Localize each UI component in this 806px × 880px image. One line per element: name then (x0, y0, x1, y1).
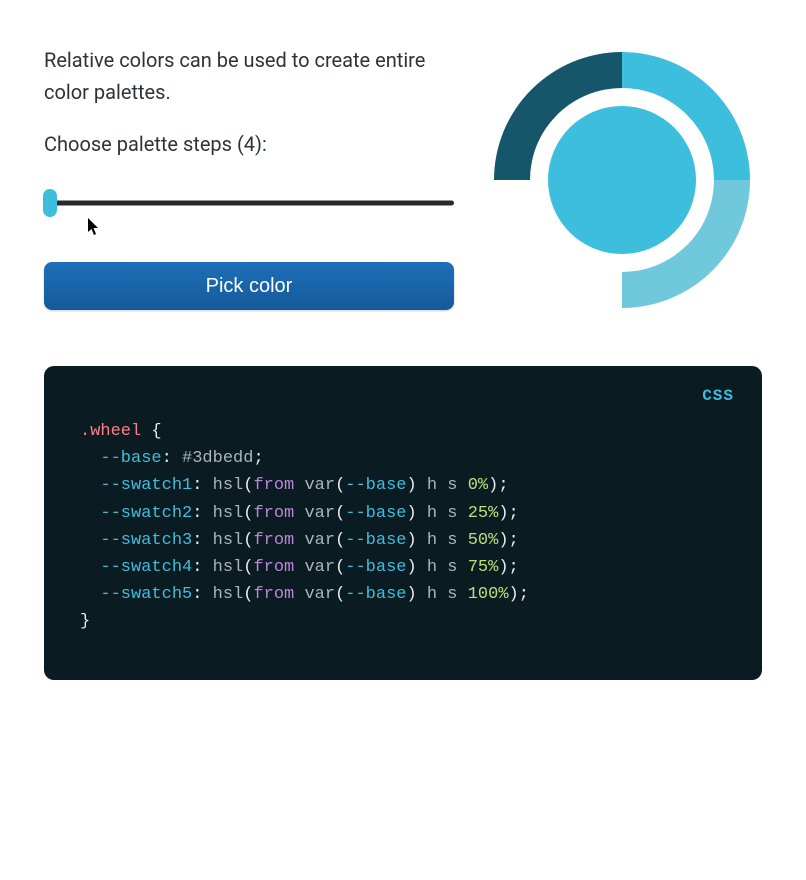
wheel-center (548, 106, 696, 254)
color-wheel-svg (492, 50, 752, 310)
code-language-badge: CSS (702, 384, 734, 410)
code-content: .wheel { --base: #3dbedd; --swatch1: hsl… (80, 418, 726, 636)
color-wheel (482, 44, 762, 310)
slider-thumb[interactable] (43, 189, 57, 217)
steps-label: Choose palette steps (4): (44, 132, 454, 156)
steps-label-suffix: ): (255, 132, 267, 156)
steps-label-prefix: Choose palette steps ( (44, 132, 244, 156)
steps-value: 4 (244, 132, 255, 156)
intro-text: Relative colors can be used to create en… (44, 44, 454, 108)
pick-color-button[interactable]: Pick color (44, 262, 454, 310)
slider-track (44, 201, 454, 206)
steps-slider[interactable] (44, 188, 454, 218)
code-block: CSS .wheel { --base: #3dbedd; --swatch1:… (44, 366, 762, 680)
